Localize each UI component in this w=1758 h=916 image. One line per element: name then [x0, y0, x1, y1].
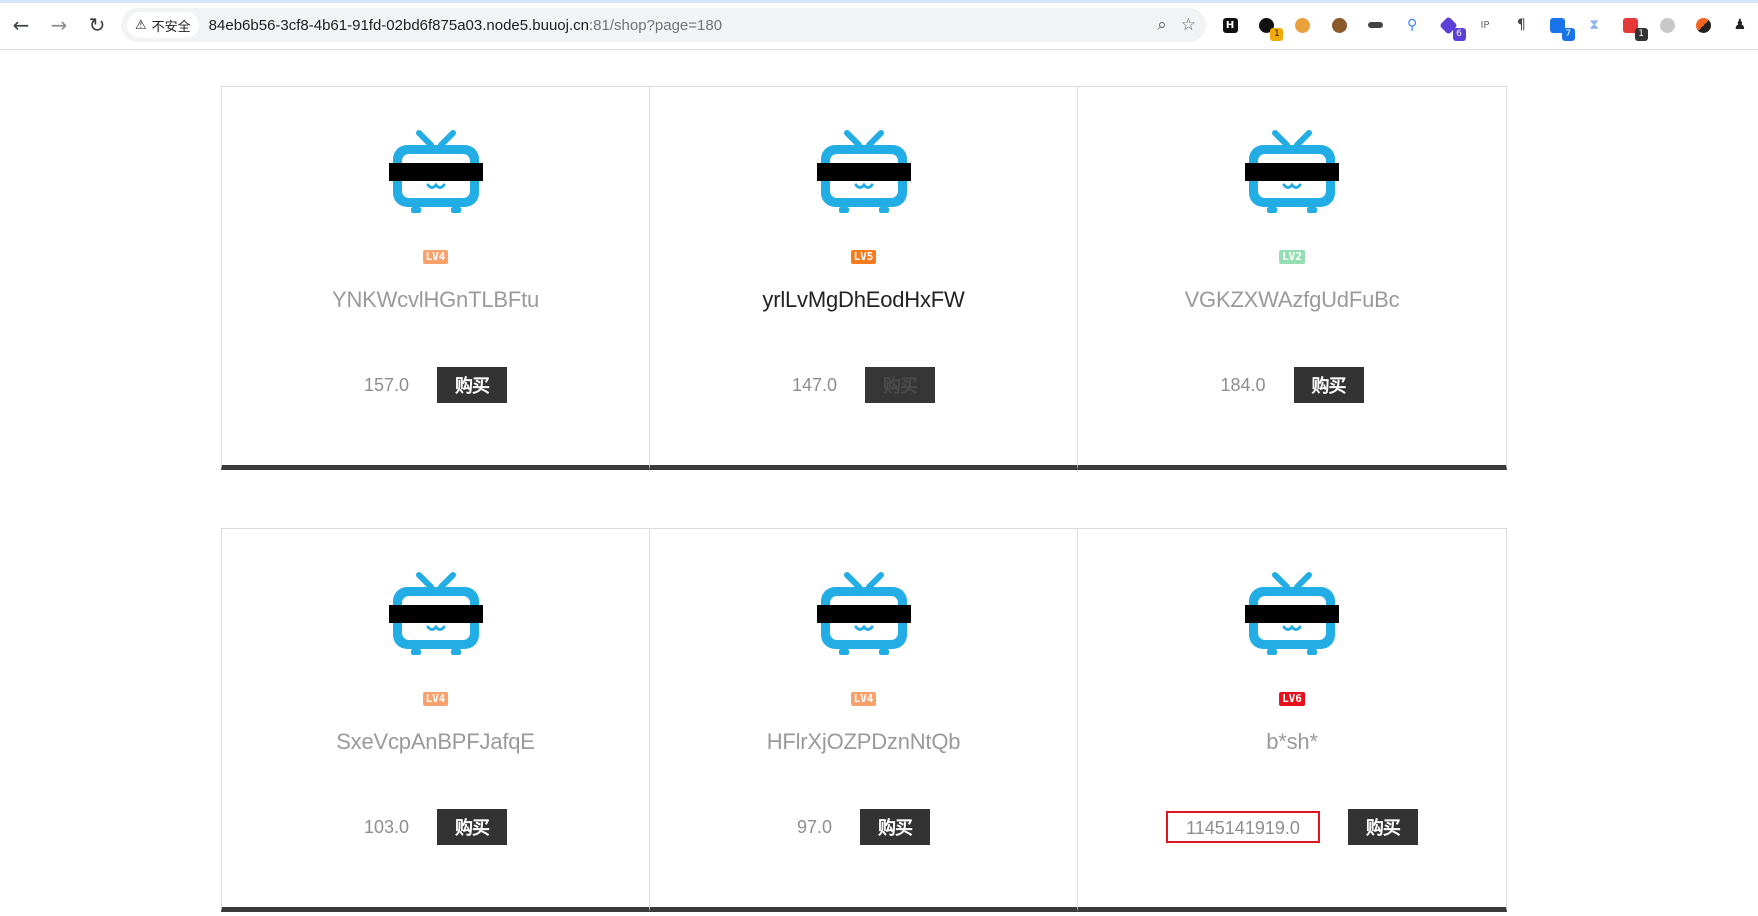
extension-hexagon-icon[interactable]: 6: [1438, 14, 1466, 41]
url-host: 84eb6b56-3cf8-4b61-91fd-02bd6f875a03.nod…: [208, 16, 589, 34]
level-badge: LV4: [422, 692, 449, 706]
buy-button[interactable]: 购买: [1347, 809, 1418, 845]
extension-cookie-icon[interactable]: [1292, 14, 1314, 36]
extension-person-icon[interactable]: ♟: [1729, 14, 1751, 36]
extension-hourglass-icon[interactable]: ⧗: [1583, 14, 1605, 36]
tv-mascot-icon: [816, 129, 911, 215]
buy-row: 103.0 购买: [222, 809, 649, 845]
buy-button[interactable]: 购买: [865, 367, 936, 403]
extension-translate-icon[interactable]: 7: [1547, 14, 1575, 41]
buy-row: 184.0 购买: [1078, 367, 1506, 403]
buy-button[interactable]: 购买: [437, 367, 508, 403]
product-name: b*sh*: [1266, 729, 1318, 754]
bookmark-star-icon[interactable]: ☆: [1181, 15, 1196, 35]
buy-button[interactable]: 购买: [860, 809, 931, 845]
tv-mascot-icon: [816, 571, 911, 657]
product-price: 147.0: [791, 374, 838, 395]
forward-arrow-icon[interactable]: →: [42, 8, 76, 42]
level-badge: LV5: [850, 250, 877, 264]
tv-mascot-icon: [388, 129, 483, 215]
extension-flame-icon[interactable]: [1692, 14, 1714, 36]
extension-paragraph-icon[interactable]: ¶: [1510, 14, 1532, 36]
tv-mascot-icon: [1245, 571, 1339, 657]
product-price: 184.0: [1220, 374, 1266, 395]
product-price: 103.0: [363, 816, 410, 837]
extension-h-icon[interactable]: H: [1219, 14, 1241, 36]
extension-badge: 6: [1452, 28, 1466, 41]
product-price: 157.0: [363, 374, 410, 395]
url-path: :81/shop?page=180: [589, 16, 723, 34]
buy-row: 97.0 购买: [650, 809, 1077, 845]
extension-cookie-dark-icon[interactable]: [1328, 14, 1350, 36]
extension-badge: 1: [1270, 28, 1284, 41]
product-name: SxeVcpAnBPFJafqE: [336, 729, 535, 754]
address-bar[interactable]: ⚠ 不安全 84eb6b56-3cf8-4b61-91fd-02bd6f875a…: [121, 8, 1206, 42]
buy-row: 147.0 购买: [650, 367, 1077, 403]
tab-strip-edge: [0, 0, 1758, 3]
level-badge: LV6: [1279, 692, 1305, 706]
extension-chat-icon[interactable]: 1: [1255, 14, 1284, 41]
buy-button[interactable]: 购买: [437, 809, 508, 845]
product-grid: LV4 YNKWcvlHGnTLBFtu 157.0 购买 LV5 yrlLvM…: [221, 86, 1507, 912]
product-card: LV2 VGKZXWAzfgUdFuBc 184.0 购买: [1077, 86, 1507, 470]
product-name: VGKZXWAzfgUdFuBc: [1184, 287, 1400, 312]
product-name: HFlrXjOZPDznNtQb: [766, 729, 961, 754]
product-price: 97.0: [796, 816, 833, 837]
product-name: YNKWcvlHGnTLBFtu: [331, 287, 540, 312]
zoom-magnifier-icon[interactable]: ⌕: [1157, 15, 1167, 35]
level-badge: LV2: [1279, 250, 1305, 264]
product-name: yrlLvMgDhEodHxFW: [762, 287, 965, 312]
product-price: 1145141919.0: [1166, 811, 1320, 843]
extension-badge: 7: [1561, 28, 1575, 41]
extension-moon-icon[interactable]: [1656, 14, 1678, 36]
tv-mascot-icon: [388, 571, 483, 657]
product-card: LV4 HFlrXjOZPDznNtQb 97.0 购买: [649, 528, 1077, 912]
security-indicator[interactable]: ⚠ 不安全: [127, 12, 199, 38]
level-badge: LV4: [850, 692, 877, 706]
buy-button[interactable]: 购买: [1293, 367, 1364, 403]
extension-hat-icon[interactable]: [1365, 14, 1387, 36]
product-card: LV6 b*sh* 1145141919.0 购买: [1077, 528, 1507, 912]
product-card: LV4 YNKWcvlHGnTLBFtu 157.0 购买: [221, 86, 649, 470]
extension-ip-icon[interactable]: IP: [1474, 14, 1496, 36]
browser-toolbar: ← → ↻ ⚠ 不安全 84eb6b56-3cf8-4b61-91fd-02bd…: [0, 0, 1758, 50]
buy-row: 157.0 购买: [222, 367, 649, 403]
product-card: LV4 SxeVcpAnBPFJafqE 103.0 购买: [221, 528, 649, 912]
level-badge: LV4: [422, 250, 449, 264]
warning-triangle-icon: ⚠: [135, 17, 147, 33]
back-arrow-icon[interactable]: ←: [4, 8, 38, 42]
extensions-bar: H 1 ⚲ 6 IP ¶ 7 ⧗ 1 ♟: [1215, 8, 1755, 42]
buy-row: 1145141919.0 购买: [1078, 809, 1506, 845]
security-label: 不安全: [151, 18, 191, 34]
url-text[interactable]: 84eb6b56-3cf8-4b61-91fd-02bd6f875a03.nod…: [209, 17, 722, 34]
tv-mascot-icon: [1245, 129, 1339, 215]
extension-pin-icon[interactable]: ⚲: [1401, 14, 1423, 36]
reload-icon[interactable]: ↻: [80, 8, 114, 42]
extension-badge: 1: [1634, 28, 1648, 41]
product-card: LV5 yrlLvMgDhEodHxFW 147.0 购买: [649, 86, 1077, 470]
extension-red-square-icon[interactable]: 1: [1620, 14, 1648, 41]
